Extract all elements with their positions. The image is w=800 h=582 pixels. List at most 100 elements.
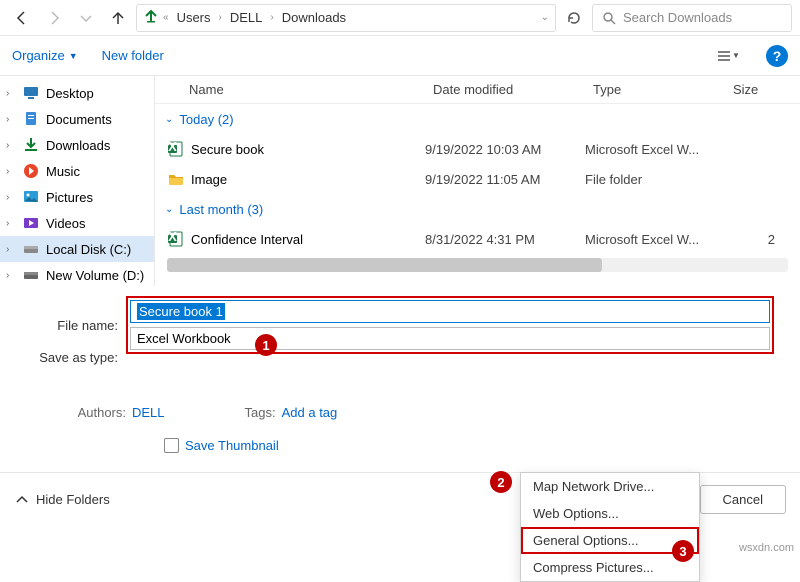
recent-button[interactable] <box>72 4 100 32</box>
search-placeholder: Search Downloads <box>623 10 732 25</box>
organize-menu[interactable]: Organize ▼ <box>12 48 78 63</box>
tree-label: Pictures <box>46 190 93 205</box>
tree-label: Downloads <box>46 138 110 153</box>
pin-icon <box>143 8 159 27</box>
annotation-2: 2 <box>490 471 512 493</box>
file-date: 9/19/2022 11:05 AM <box>425 172 585 187</box>
command-bar: Organize ▼ New folder ▼ ? <box>0 36 800 76</box>
help-button[interactable]: ? <box>766 45 788 67</box>
group-today[interactable]: ⌄Today (2) <box>155 104 800 134</box>
tree-item-documents[interactable]: ›Documents <box>0 106 154 132</box>
file-type: Microsoft Excel W... <box>585 232 725 247</box>
chevron-down-icon: ⌄ <box>165 114 173 125</box>
col-size[interactable]: Size <box>725 82 775 97</box>
column-headers[interactable]: Name Date modified Type Size <box>155 76 800 104</box>
tree-item-new-volume-d[interactable]: ›New Volume (D:) <box>0 262 154 286</box>
group-label: Last month (3) <box>179 202 263 217</box>
tree-item-videos[interactable]: ›Videos <box>0 210 154 236</box>
new-folder-button[interactable]: New folder <box>102 48 164 63</box>
filename-value: Secure book 1 <box>137 303 225 320</box>
drive-icon <box>22 266 40 284</box>
folder-icon <box>165 170 187 188</box>
group-last-month[interactable]: ⌄Last month (3) <box>155 194 800 224</box>
file-type: Microsoft Excel W... <box>585 142 725 157</box>
tree-label: Local Disk (C:) <box>46 242 131 257</box>
hide-folders-button[interactable]: Hide Folders <box>14 492 110 508</box>
savetype-label: Save as type: <box>14 322 126 365</box>
col-type[interactable]: Type <box>585 82 725 97</box>
scrollbar-thumb[interactable] <box>167 258 602 272</box>
menu-compress-pictures[interactable]: Compress Pictures... <box>521 554 699 581</box>
hide-folders-label: Hide Folders <box>36 492 110 507</box>
videos-icon <box>22 214 40 232</box>
refresh-button[interactable] <box>560 4 588 32</box>
tree-label: New Volume (D:) <box>46 268 144 283</box>
menu-web-options[interactable]: Web Options... <box>521 500 699 527</box>
up-button[interactable] <box>104 4 132 32</box>
bottom-bar: Hide Folders Tools ▼ Save Cancel Map Net… <box>0 472 800 582</box>
tags-label: Tags: <box>245 405 276 420</box>
file-list[interactable]: Name Date modified Type Size ⌄Today (2) … <box>155 76 800 286</box>
drive-icon <box>22 240 40 258</box>
tags-value[interactable]: Add a tag <box>282 405 338 420</box>
tree-item-desktop[interactable]: ›Desktop <box>0 80 154 106</box>
horizontal-scrollbar[interactable] <box>167 258 788 272</box>
col-date[interactable]: Date modified <box>425 82 585 97</box>
menu-map-network-drive[interactable]: Map Network Drive... <box>521 473 699 500</box>
file-name: Image <box>187 172 425 187</box>
arrow-left-icon <box>14 10 30 26</box>
file-row[interactable]: X Confidence Interval 8/31/2022 4:31 PM … <box>155 224 800 254</box>
file-name: Confidence Interval <box>187 232 425 247</box>
savetype-value: Excel Workbook <box>137 331 231 346</box>
address-dropdown-icon[interactable]: ⌄ <box>541 12 549 23</box>
breadcrumb-segment[interactable]: DELL <box>226 8 267 27</box>
file-row[interactable]: Image 9/19/2022 11:05 AM File folder <box>155 164 800 194</box>
tree-label: Music <box>46 164 80 179</box>
navigation-tree[interactable]: ›Desktop ›Documents ›Downloads ›Music ›P… <box>0 76 155 286</box>
new-folder-label: New folder <box>102 48 164 63</box>
caret-down-icon: ▼ <box>69 51 78 61</box>
col-name[interactable]: Name <box>155 82 425 97</box>
file-date: 8/31/2022 4:31 PM <box>425 232 585 247</box>
savetype-select[interactable]: Excel Workbook <box>130 327 770 350</box>
filename-input[interactable]: Secure book 1 <box>130 300 770 323</box>
excel-icon: X <box>165 230 187 248</box>
refresh-icon <box>566 10 582 26</box>
tree-item-downloads[interactable]: ›Downloads <box>0 132 154 158</box>
view-options-button[interactable]: ▼ <box>714 42 742 70</box>
breadcrumb-chevron: › <box>219 12 222 23</box>
search-box[interactable]: Search Downloads <box>592 4 792 32</box>
search-icon <box>601 10 617 26</box>
chevron-up-icon <box>14 492 30 508</box>
tree-label: Videos <box>46 216 86 231</box>
chevron-down-icon <box>78 10 94 26</box>
pictures-icon <box>22 188 40 206</box>
forward-button[interactable] <box>40 4 68 32</box>
tree-item-pictures[interactable]: ›Pictures <box>0 184 154 210</box>
file-type: File folder <box>585 172 725 187</box>
back-button[interactable] <box>8 4 36 32</box>
breadcrumb-chevron: › <box>270 12 273 23</box>
tree-item-local-disk-c[interactable]: ›Local Disk (C:) <box>0 236 154 262</box>
music-icon <box>22 162 40 180</box>
authors-value[interactable]: DELL <box>132 405 165 420</box>
breadcrumb-segment[interactable]: Users <box>173 8 215 27</box>
file-row[interactable]: X Secure book 9/19/2022 10:03 AM Microso… <box>155 134 800 164</box>
tools-dropdown-menu: Map Network Drive... Web Options... Gene… <box>520 472 700 582</box>
arrow-up-icon <box>110 10 126 26</box>
breadcrumb-segment[interactable]: Downloads <box>278 8 350 27</box>
file-name: Secure book <box>187 142 425 157</box>
annotation-1: 1 <box>255 334 277 356</box>
tree-item-music[interactable]: ›Music <box>0 158 154 184</box>
address-toolbar: « Users › DELL › Downloads ⌄ Search Down… <box>0 0 800 36</box>
excel-icon: X <box>165 140 187 158</box>
cancel-button[interactable]: Cancel <box>700 485 786 514</box>
hamburger-icon <box>716 48 732 64</box>
address-bar[interactable]: « Users › DELL › Downloads ⌄ <box>136 4 556 32</box>
authors-label: Authors: <box>34 405 126 420</box>
main-area: ›Desktop ›Documents ›Downloads ›Music ›P… <box>0 76 800 286</box>
save-thumbnail-label[interactable]: Save Thumbnail <box>185 438 279 453</box>
save-thumbnail-checkbox[interactable] <box>164 438 179 453</box>
breadcrumb-chevron: « <box>163 12 169 23</box>
save-form: File name: Secure book 1 Excel Workbook … <box>0 286 800 453</box>
